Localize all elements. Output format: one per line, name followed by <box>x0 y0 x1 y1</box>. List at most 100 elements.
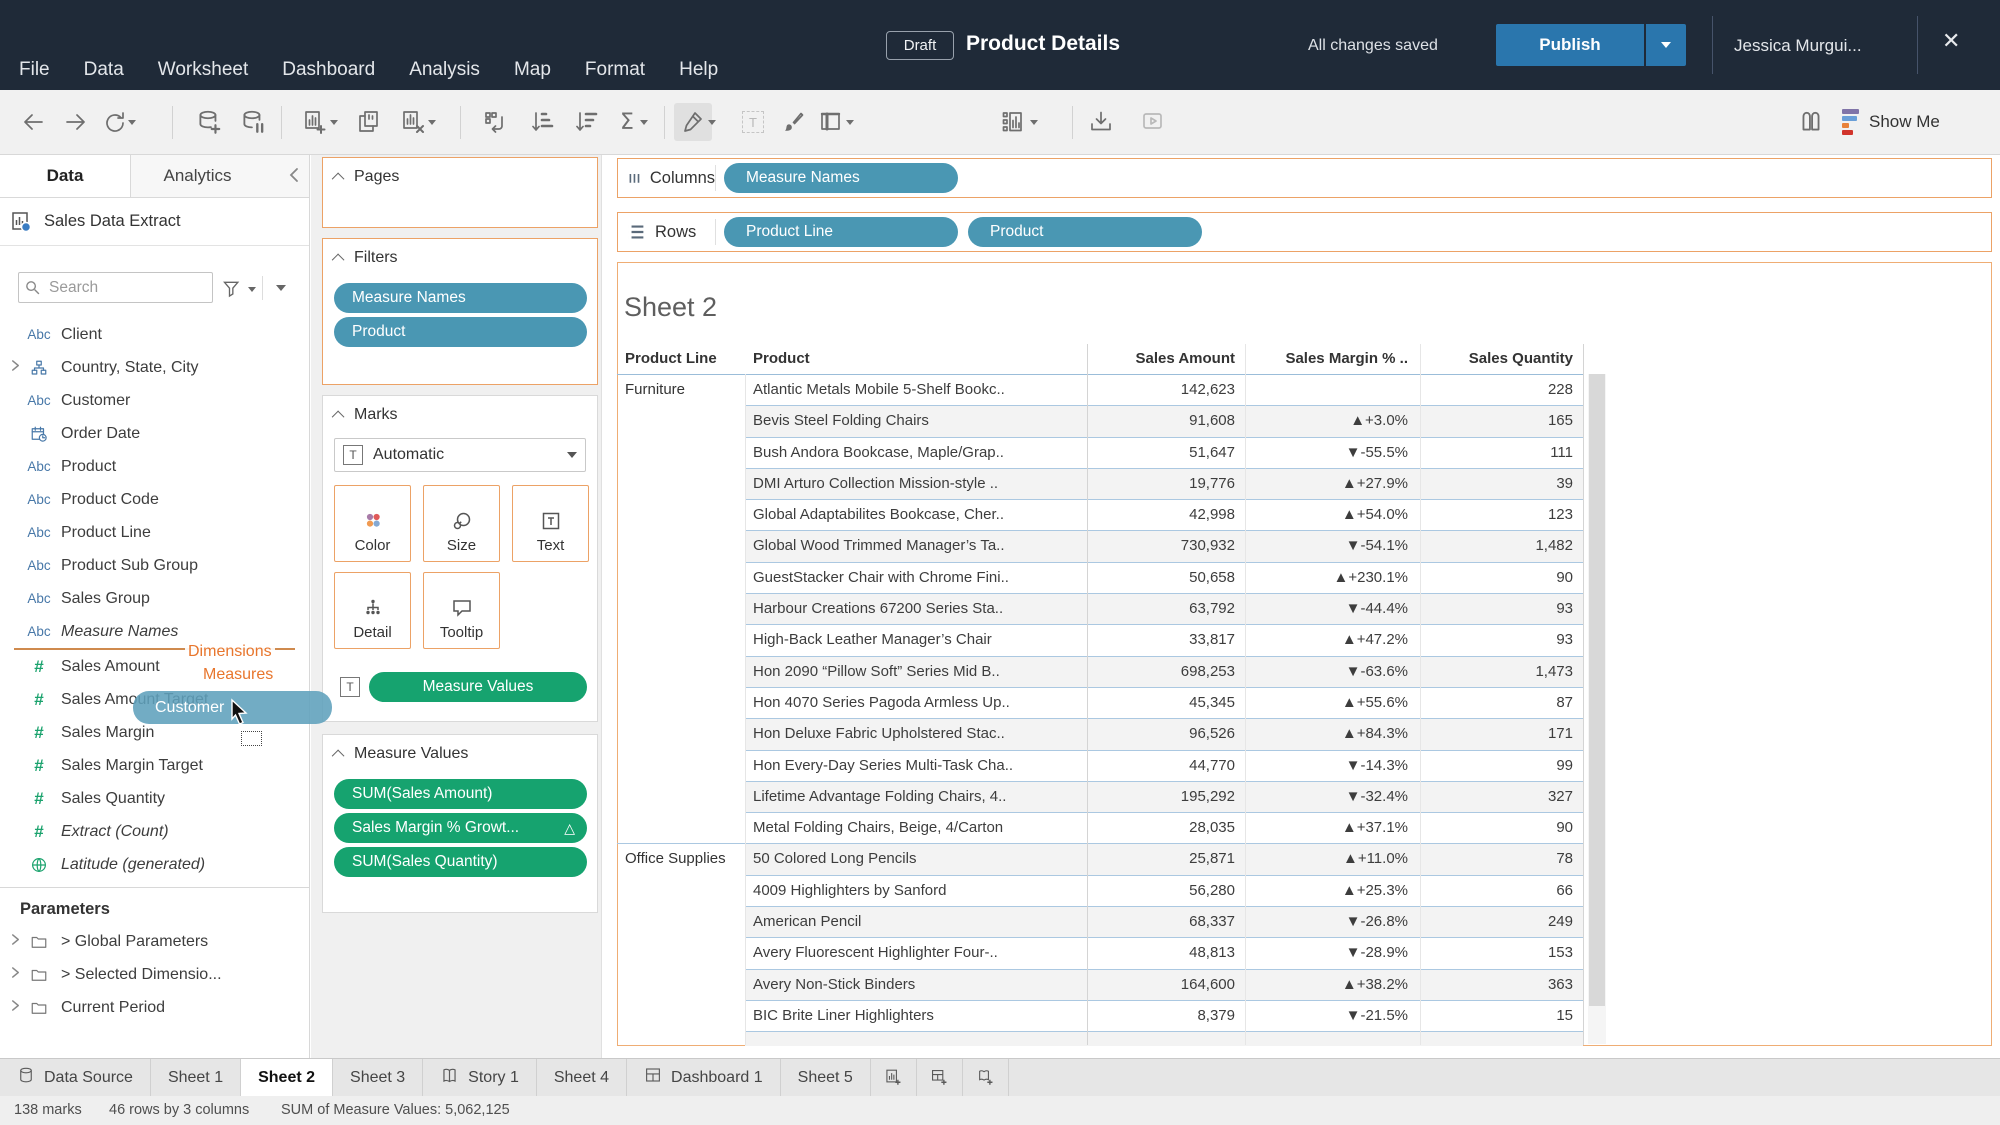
new-worksheet-button[interactable] <box>296 103 334 141</box>
cell-product[interactable]: Avery Fluorescent Highlighter Four-.. <box>745 938 1087 968</box>
cell-product[interactable]: Lifetime Advantage Folding Chairs, 4.. <box>745 782 1087 812</box>
cell-product[interactable]: Bush Andora Bookcase, Maple/Grap.. <box>745 438 1087 468</box>
cell-product[interactable]: BIC Brite Liner Highlighters <box>745 1001 1087 1031</box>
menu-worksheet[interactable]: Worksheet <box>158 59 248 81</box>
parameter-global-parameters[interactable]: > Global Parameters <box>0 925 309 958</box>
menu-map[interactable]: Map <box>514 59 551 81</box>
cell-product[interactable]: Hon Every-Day Series Multi-Task Cha.. <box>745 751 1087 781</box>
chevron-down-icon[interactable] <box>248 287 256 296</box>
highlight-button[interactable] <box>674 103 712 141</box>
field-sales-group[interactable]: AbcSales Group <box>0 582 309 615</box>
cell-sales-amount[interactable]: 164,600 <box>1087 970 1245 1000</box>
cell-sales-quantity[interactable]: 1,473 <box>1420 657 1583 687</box>
cell-product[interactable]: Avery Non-Stick Binders <box>745 970 1087 1000</box>
filters-card[interactable]: Filters Measure NamesProduct <box>322 238 598 385</box>
cell-product[interactable]: 4009 Highlighters by Sanford <box>745 876 1087 906</box>
cell-sales-quantity[interactable]: 123 <box>1420 500 1583 530</box>
tab-data[interactable]: Data <box>0 155 131 197</box>
sheet-tab-data-source[interactable]: Data Source <box>0 1059 151 1096</box>
cell-product[interactable]: Global Wood Trimmed Manager’s Ta.. <box>745 531 1087 561</box>
chevron-up-icon[interactable] <box>332 253 345 266</box>
cell-sales-amount[interactable]: 25,871 <box>1087 844 1245 874</box>
rows-pill-product[interactable]: Product <box>968 217 1202 247</box>
sort-ascending-button[interactable] <box>524 103 562 141</box>
table-row[interactable]: BIC Brite Liner Highlighters8,379▼-21.5%… <box>745 1001 1583 1032</box>
new-data-source-button[interactable] <box>190 103 228 141</box>
cell-sales-quantity[interactable]: 363 <box>1420 970 1583 1000</box>
measure-values-pill-sum-sales-quantity[interactable]: SUM(Sales Quantity) <box>334 847 587 877</box>
chevron-down-icon[interactable] <box>276 285 286 296</box>
menu-file[interactable]: File <box>19 59 50 81</box>
mark-type-dropdown[interactable]: T Automatic <box>334 438 586 472</box>
presentation-mode-button[interactable] <box>1134 103 1172 141</box>
chevron-down-icon[interactable] <box>1030 120 1038 129</box>
cell-product[interactable]: American Pencil <box>745 907 1087 937</box>
pages-card[interactable]: Pages <box>322 157 598 228</box>
show-mark-labels-button[interactable]: T <box>734 103 772 141</box>
cell-sales-amount[interactable]: 44,770 <box>1087 751 1245 781</box>
rows-shelf[interactable]: Rows Product LineProduct <box>617 212 1992 252</box>
menu-data[interactable]: Data <box>84 59 124 81</box>
cell-sales-amount[interactable]: 45,345 <box>1087 688 1245 718</box>
cell-sales-margin[interactable]: ▲+47.2% <box>1245 625 1420 655</box>
chevron-down-icon[interactable] <box>128 120 136 129</box>
cell-sales-margin[interactable]: ▲+27.9% <box>1245 469 1420 499</box>
cell-product[interactable]: Atlantic Metals Mobile 5-Shelf Bookc.. <box>745 375 1087 405</box>
duplicate-button[interactable] <box>350 103 388 141</box>
cell-sales-quantity[interactable]: 228 <box>1420 375 1583 405</box>
cell-sales-margin[interactable]: ▲+37.1% <box>1245 813 1420 843</box>
table-row[interactable]: Hon Every-Day Series Multi-Task Cha..44,… <box>745 751 1583 782</box>
expand-icon[interactable] <box>10 933 21 951</box>
cell-sales-amount[interactable]: 68,337 <box>1087 907 1245 937</box>
cell-sales-margin[interactable]: ▲+84.3% <box>1245 719 1420 749</box>
view-original-button[interactable] <box>1792 103 1830 141</box>
measure-values-pill-sales-margin-growt[interactable]: Sales Margin % Growt...△ <box>334 813 587 843</box>
cell-product[interactable]: Global Adaptabilites Bookcase, Cher.. <box>745 500 1087 530</box>
filter-pill-product[interactable]: Product <box>334 317 587 347</box>
cell-sales-amount[interactable]: 63,792 <box>1087 594 1245 624</box>
cell-sales-margin[interactable]: ▲+38.2% <box>1245 970 1420 1000</box>
cell-sales-quantity[interactable]: 78 <box>1420 844 1583 874</box>
group-label[interactable]: Furniture <box>617 375 745 844</box>
field-country-state-city[interactable]: Country, State, City <box>0 351 309 384</box>
field-extract-count[interactable]: #Extract (Count) <box>0 815 309 848</box>
cell-product[interactable]: DMI Arturo Collection Mission-style .. <box>745 469 1087 499</box>
collapse-pane-button[interactable] <box>287 167 301 188</box>
table-row[interactable]: Bevis Steel Folding Chairs91,608▲+3.0%16… <box>745 406 1583 437</box>
cell-sales-margin[interactable]: ▼-26.8% <box>1245 907 1420 937</box>
table-row[interactable]: Bush Andora Bookcase, Maple/Grap..51,647… <box>745 438 1583 469</box>
field-client[interactable]: AbcClient <box>0 318 309 351</box>
chevron-down-icon[interactable] <box>640 120 648 129</box>
new-worksheet-tab-button[interactable] <box>871 1059 917 1096</box>
cell-sales-margin[interactable]: ▼-14.3% <box>1245 751 1420 781</box>
cell-product[interactable]: Bevis Steel Folding Chairs <box>745 406 1087 436</box>
column-header-sales-amount[interactable]: Sales Amount <box>1087 344 1245 374</box>
cell-product[interactable]: High-Back Leather Manager’s Chair <box>745 625 1087 655</box>
columns-pill-measure-names[interactable]: Measure Names <box>724 163 958 193</box>
parameter-current-period[interactable]: Current Period <box>0 991 309 1024</box>
menu-analysis[interactable]: Analysis <box>409 59 480 81</box>
field-order-date[interactable]: Order Date <box>0 417 309 450</box>
sheet-tab-story-1[interactable]: Story 1 <box>423 1059 537 1096</box>
cell-sales-amount[interactable]: 56,280 <box>1087 876 1245 906</box>
cell-sales-quantity[interactable]: 93 <box>1420 594 1583 624</box>
filter-funnel-icon[interactable] <box>222 279 242 299</box>
cell-sales-quantity[interactable]: 249 <box>1420 907 1583 937</box>
cell-product[interactable]: Hon 2090 “Pillow Soft” Series Mid B.. <box>745 657 1087 687</box>
group-label[interactable]: Office Supplies <box>617 844 745 1046</box>
table-row[interactable]: Metal Folding Chairs, Beige, 4/Carton28,… <box>745 813 1583 844</box>
menu-help[interactable]: Help <box>679 59 718 81</box>
sheet-tab-sheet-4[interactable]: Sheet 4 <box>537 1059 627 1096</box>
menu-format[interactable]: Format <box>585 59 645 81</box>
cell-sales-amount[interactable]: 142,623 <box>1087 375 1245 405</box>
cell-sales-margin[interactable]: ▼-21.5% <box>1245 1001 1420 1031</box>
marks-button-tooltip[interactable]: Tooltip <box>423 572 500 649</box>
cell-sales-quantity[interactable]: 15 <box>1420 1001 1583 1031</box>
table-row[interactable]: GuestStacker Chair with Chrome Fini..50,… <box>745 563 1583 594</box>
cell-sales-margin[interactable]: ▼-54.1% <box>1245 531 1420 561</box>
user-menu[interactable]: Jessica Murgui... <box>1734 36 1904 56</box>
table-row[interactable]: Avery Non-Stick Binders164,600▲+38.2%363 <box>745 970 1583 1001</box>
chevron-down-icon[interactable] <box>428 120 436 129</box>
cell-sales-margin[interactable] <box>1245 375 1420 405</box>
cell-sales-margin[interactable]: ▼-55.5% <box>1245 438 1420 468</box>
